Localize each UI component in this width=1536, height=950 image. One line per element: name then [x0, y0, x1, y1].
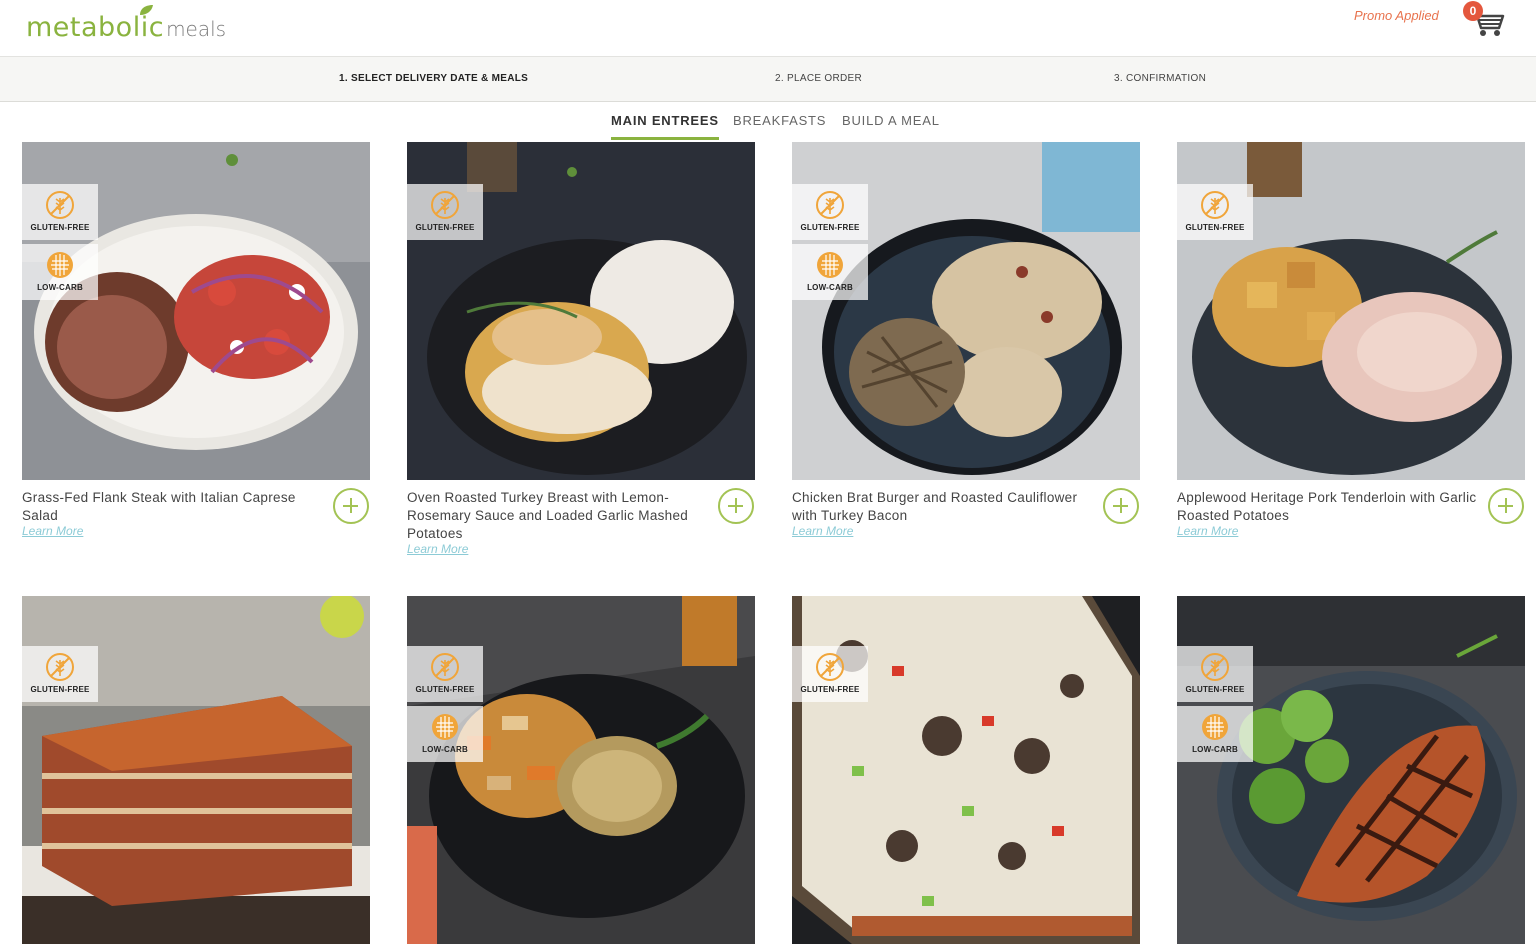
- category-tabs: MAIN ENTREES BREAKFASTS BUILD A MEAL: [0, 102, 1536, 142]
- gluten-free-badge: GLUTEN-FREE: [1177, 646, 1253, 702]
- learn-more-link[interactable]: Learn More: [1177, 524, 1238, 538]
- meal-photo[interactable]: GLUTEN-FREE: [792, 596, 1140, 944]
- meal-photo[interactable]: GLUTEN-FREE LOW-CARB: [792, 142, 1140, 480]
- tab-breakfasts[interactable]: BREAKFASTS: [733, 113, 826, 128]
- gluten-free-icon: [430, 652, 460, 682]
- meal-photo[interactable]: GLUTEN-FREE LOW-CARB: [407, 596, 755, 944]
- low-carb-icon: [815, 250, 845, 280]
- add-meal-button[interactable]: [718, 488, 754, 524]
- step-confirmation: 3. CONFIRMATION: [1114, 73, 1207, 84]
- meal-name: Applewood Heritage Pork Tenderloin with …: [1177, 490, 1477, 523]
- gluten-free-icon: [45, 190, 75, 220]
- gluten-free-icon: [1200, 652, 1230, 682]
- gluten-free-icon: [815, 190, 845, 220]
- meal-photo[interactable]: GLUTEN-FREE: [407, 142, 755, 480]
- low-carb-badge: LOW-CARB: [407, 706, 483, 762]
- checkout-steps: 1. SELECT DELIVERY DATE & MEALS 2. PLACE…: [0, 56, 1536, 102]
- metabolic-meals-logo[interactable]: metabolic meals: [26, 5, 227, 43]
- cart-count-badge[interactable]: 0: [1463, 1, 1483, 21]
- learn-more-link[interactable]: Learn More: [407, 542, 468, 556]
- meal-photo[interactable]: GLUTEN-FREE LOW-CARB: [1177, 596, 1525, 944]
- meal-photo[interactable]: GLUTEN-FREE: [22, 596, 370, 944]
- gluten-free-icon: [1200, 190, 1230, 220]
- gluten-free-badge: GLUTEN-FREE: [407, 646, 483, 702]
- gluten-free-badge: GLUTEN-FREE: [792, 646, 868, 702]
- add-meal-button[interactable]: [1103, 488, 1139, 524]
- gluten-free-badge: GLUTEN-FREE: [1177, 184, 1253, 240]
- low-carb-icon: [1200, 712, 1230, 742]
- low-carb-badge: LOW-CARB: [22, 244, 98, 300]
- meal-name: Grass-Fed Flank Steak with Italian Capre…: [22, 490, 296, 523]
- add-meal-button[interactable]: [333, 488, 369, 524]
- logo-sub-text: meals: [166, 17, 227, 41]
- step-select-delivery: 1. SELECT DELIVERY DATE & MEALS: [339, 73, 529, 84]
- meal-photo[interactable]: GLUTEN-FREE: [1177, 142, 1525, 480]
- gluten-free-icon: [430, 190, 460, 220]
- promo-status: Promo Applied: [1354, 8, 1439, 23]
- gluten-free-badge: GLUTEN-FREE: [407, 184, 483, 240]
- gluten-free-badge: GLUTEN-FREE: [22, 646, 98, 702]
- gluten-free-badge: GLUTEN-FREE: [792, 184, 868, 240]
- meal-photo[interactable]: GLUTEN-FREE LOW-CARB: [22, 142, 370, 480]
- meal-name: Oven Roasted Turkey Breast with Lemon-Ro…: [407, 490, 689, 541]
- meal-name: Chicken Brat Burger and Roasted Cauliflo…: [792, 490, 1078, 523]
- gluten-free-icon: [45, 652, 75, 682]
- tab-build-a-meal[interactable]: BUILD A MEAL: [842, 113, 940, 128]
- gluten-free-badge: GLUTEN-FREE: [22, 184, 98, 240]
- tab-main-entrees[interactable]: MAIN ENTREES: [611, 113, 719, 140]
- learn-more-link[interactable]: Learn More: [792, 524, 853, 538]
- add-meal-button[interactable]: [1488, 488, 1524, 524]
- low-carb-badge: LOW-CARB: [1177, 706, 1253, 762]
- low-carb-icon: [430, 712, 460, 742]
- low-carb-icon: [45, 250, 75, 280]
- gluten-free-icon: [815, 652, 845, 682]
- learn-more-link[interactable]: Learn More: [22, 524, 83, 538]
- logo-main-text: metabolic: [26, 12, 165, 43]
- step-place-order: 2. PLACE ORDER: [775, 73, 863, 84]
- low-carb-badge: LOW-CARB: [792, 244, 868, 300]
- leaf-icon: [140, 5, 153, 15]
- site-header: metabolic meals Promo Applied 0: [0, 0, 1536, 56]
